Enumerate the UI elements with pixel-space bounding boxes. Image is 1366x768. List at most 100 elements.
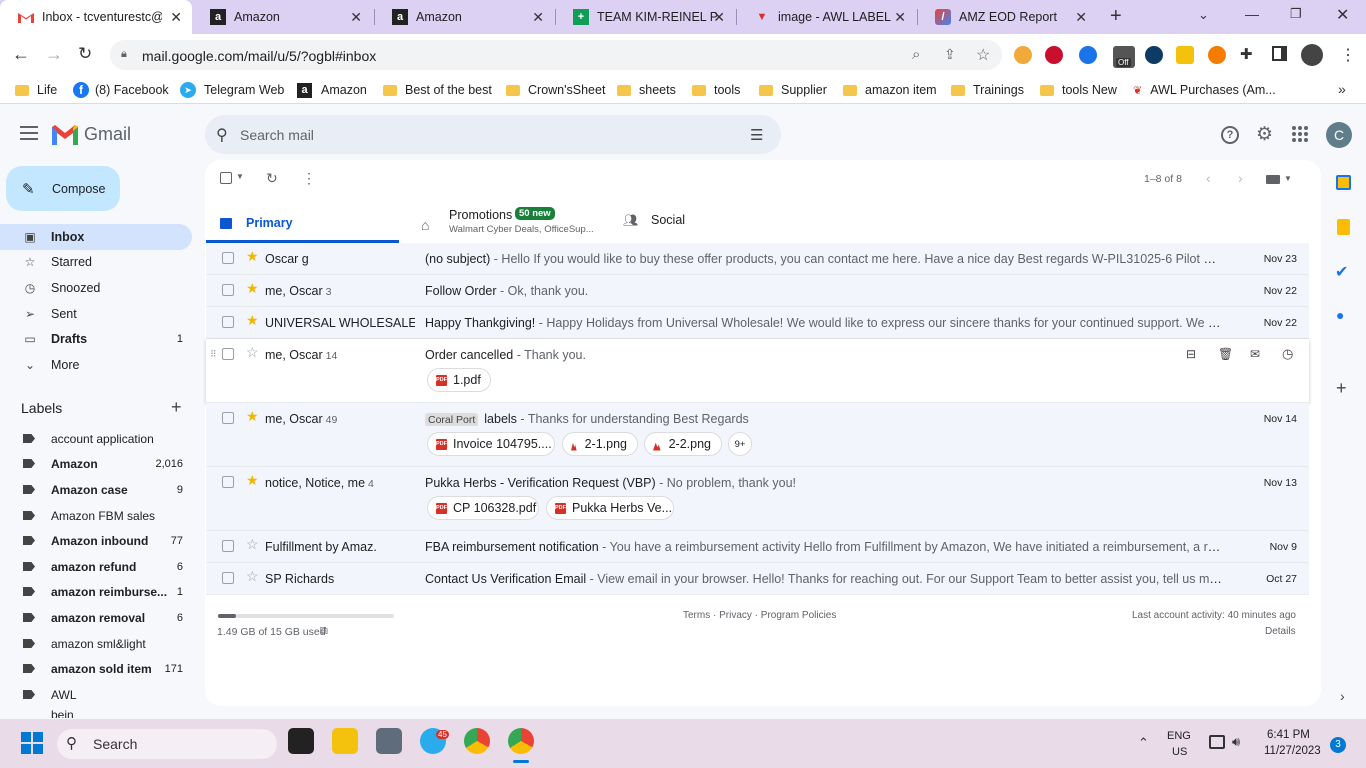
tab-search-icon[interactable]: ⌄ xyxy=(1198,7,1209,23)
region-code[interactable]: US xyxy=(1172,746,1187,758)
extension-icon[interactable] xyxy=(1145,46,1163,64)
calendar-icon[interactable] xyxy=(1336,175,1351,190)
label-item[interactable]: amazon reimburse... 1 xyxy=(0,579,192,604)
back-icon[interactable]: ← xyxy=(12,44,30,65)
email-row[interactable]: ★ Oscar g (no subject) - Hello If you wo… xyxy=(206,243,1309,275)
keyboard-icon[interactable] xyxy=(1266,175,1280,184)
clock-time[interactable]: 6:41 PM xyxy=(1267,729,1310,741)
label-item[interactable]: AWL xyxy=(0,682,192,707)
star-icon[interactable]: ☆ xyxy=(246,536,259,553)
bookmark-star-icon[interactable]: ☆ xyxy=(976,45,990,65)
row-checkbox[interactable] xyxy=(222,476,234,488)
puzzle-icon[interactable]: ✚ xyxy=(1240,45,1253,63)
label-item[interactable]: amazon removal 6 xyxy=(0,605,192,630)
label-item[interactable]: account application xyxy=(0,426,192,451)
extension-icon[interactable] xyxy=(1176,46,1194,64)
email-row[interactable]: ★ notice, Notice, me 4 Pukka Herbs - Veri… xyxy=(206,467,1309,531)
row-checkbox[interactable] xyxy=(222,284,234,296)
select-all-checkbox[interactable] xyxy=(220,172,232,184)
restore-icon[interactable]: ❐ xyxy=(1290,6,1302,22)
select-dropdown-icon[interactable]: ▼ xyxy=(236,172,244,181)
row-checkbox[interactable] xyxy=(222,316,234,328)
open-external-icon[interactable]: ⧉ xyxy=(320,625,328,638)
new-tab-icon[interactable]: + xyxy=(1110,5,1122,28)
nav-more[interactable]: ⌄ More xyxy=(0,352,192,378)
label-item[interactable]: Amazon FBM sales xyxy=(0,503,192,528)
snooze-icon[interactable]: ◷ xyxy=(1282,346,1293,362)
attachment-chip[interactable]: PDF Invoice 104795.... xyxy=(427,432,555,456)
star-icon[interactable]: ☆ xyxy=(246,568,259,585)
email-row[interactable]: ★ UNIVERSAL WHOLESALE. Happy Thankgiving… xyxy=(206,307,1309,339)
details-link[interactable]: Details xyxy=(1265,626,1296,637)
star-icon[interactable]: ★ xyxy=(246,472,259,489)
attachment-chip[interactable]: 2-1.png xyxy=(562,432,638,456)
bookmark-amazon-item[interactable]: amazon item xyxy=(843,81,937,99)
label-item[interactable]: Amazon case 9 xyxy=(0,477,192,502)
row-checkbox[interactable] xyxy=(222,540,234,552)
tab-amazon-1[interactable]: a Amazon ✕ xyxy=(192,0,372,34)
chrome-icon[interactable] xyxy=(464,728,490,754)
extension-icon[interactable] xyxy=(1045,46,1063,64)
tasks-icon[interactable]: ✔ xyxy=(1335,262,1348,282)
bookmark-trainings[interactable]: Trainings xyxy=(951,81,1024,99)
url-text[interactable]: mail.google.com/mail/u/5/?ogbl#inbox xyxy=(142,48,376,64)
taskbar-search[interactable] xyxy=(57,729,277,759)
extension-icon[interactable] xyxy=(1079,46,1097,64)
search-icon[interactable]: ⚲ xyxy=(216,125,228,145)
bookmark-awl-purchases[interactable]: ❦ AWL Purchases (Am... xyxy=(1133,81,1276,99)
profile-avatar[interactable] xyxy=(1301,44,1323,66)
row-checkbox[interactable] xyxy=(222,572,234,584)
share-icon[interactable]: ⇪ xyxy=(944,46,956,63)
file-explorer-icon[interactable] xyxy=(332,728,358,754)
sidepanel-icon[interactable] xyxy=(1272,46,1287,61)
help-icon[interactable]: ? xyxy=(1221,126,1239,144)
close-icon[interactable]: ✕ xyxy=(532,9,544,26)
archive-icon[interactable]: ⊟ xyxy=(1186,347,1196,361)
minimize-icon[interactable]: — xyxy=(1245,6,1259,22)
row-checkbox[interactable] xyxy=(222,348,234,360)
zoom-icon[interactable]: ⌕ xyxy=(912,46,920,63)
bookmark-crownsheet[interactable]: Crown'sSheet xyxy=(506,81,605,99)
email-row[interactable]: ☆ Fulfillment by Amaz. FBA reimbursement… xyxy=(206,531,1309,563)
star-icon[interactable]: ★ xyxy=(246,408,259,425)
nav-snoozed[interactable]: ◷ Snoozed xyxy=(0,275,192,301)
close-icon[interactable]: ✕ xyxy=(1075,9,1087,26)
label-item[interactable]: amazon sml&light xyxy=(0,631,192,656)
app-icon[interactable] xyxy=(288,728,314,754)
bookmark-supplier[interactable]: Supplier xyxy=(759,81,827,99)
tab-social[interactable]: Social xyxy=(651,213,685,227)
label-chip[interactable]: Coral Port xyxy=(425,413,479,426)
browser-menu-icon[interactable]: ⋮ xyxy=(1340,45,1356,65)
show-side-panel-icon[interactable]: › xyxy=(1340,688,1345,704)
label-item[interactable]: Amazon inbound 77 xyxy=(0,528,192,553)
tab-team-sheet[interactable]: + TEAM KIM-REINEL PR ✕ xyxy=(555,0,735,34)
label-item[interactable]: Amazon 2,016 xyxy=(0,451,192,476)
star-icon[interactable]: ★ xyxy=(246,280,259,297)
keep-icon[interactable] xyxy=(1337,219,1350,235)
email-row[interactable]: ★ me, Oscar 49 Coral Port labels - Thanks … xyxy=(206,403,1309,467)
bookmark-life[interactable]: Life xyxy=(15,81,57,99)
close-icon[interactable]: ✕ xyxy=(713,9,725,26)
tray-overflow-icon[interactable]: ⌃ xyxy=(1138,735,1149,751)
label-item[interactable]: amazon refund 6 xyxy=(0,554,192,579)
input-tools-dropdown-icon[interactable]: ▼ xyxy=(1284,174,1292,183)
delete-icon[interactable]: 🗑︎ xyxy=(1218,347,1233,361)
attachment-chip[interactable]: PDF 1.pdf xyxy=(427,368,491,392)
bookmark-facebook[interactable]: f (8) Facebook xyxy=(73,81,169,99)
row-checkbox[interactable] xyxy=(222,412,234,424)
chrome-icon[interactable] xyxy=(508,728,534,754)
star-icon[interactable]: ★ xyxy=(246,248,259,265)
settings-gear-icon[interactable]: ⚙ xyxy=(1256,123,1273,146)
policy-links[interactable]: Terms · Privacy · Program Policies xyxy=(683,610,836,621)
next-page-icon[interactable]: › xyxy=(1238,170,1243,186)
bookmark-telegram[interactable]: ➤ Telegram Web xyxy=(180,81,284,99)
contacts-icon[interactable]: ● xyxy=(1336,307,1344,323)
forward-icon[interactable]: → xyxy=(45,44,63,65)
star-icon[interactable]: ★ xyxy=(246,312,259,329)
email-row-hovered[interactable]: ⠿ ☆ me, Oscar 14 Order cancelled - Thank … xyxy=(206,339,1309,403)
tab-eod-report[interactable]: / AMZ EOD Report ✕ xyxy=(917,0,1097,34)
close-icon[interactable]: ✕ xyxy=(170,9,182,26)
close-icon[interactable]: ✕ xyxy=(894,9,906,26)
bookmark-sheets[interactable]: sheets xyxy=(617,81,676,99)
add-label-icon[interactable]: + xyxy=(171,397,182,418)
